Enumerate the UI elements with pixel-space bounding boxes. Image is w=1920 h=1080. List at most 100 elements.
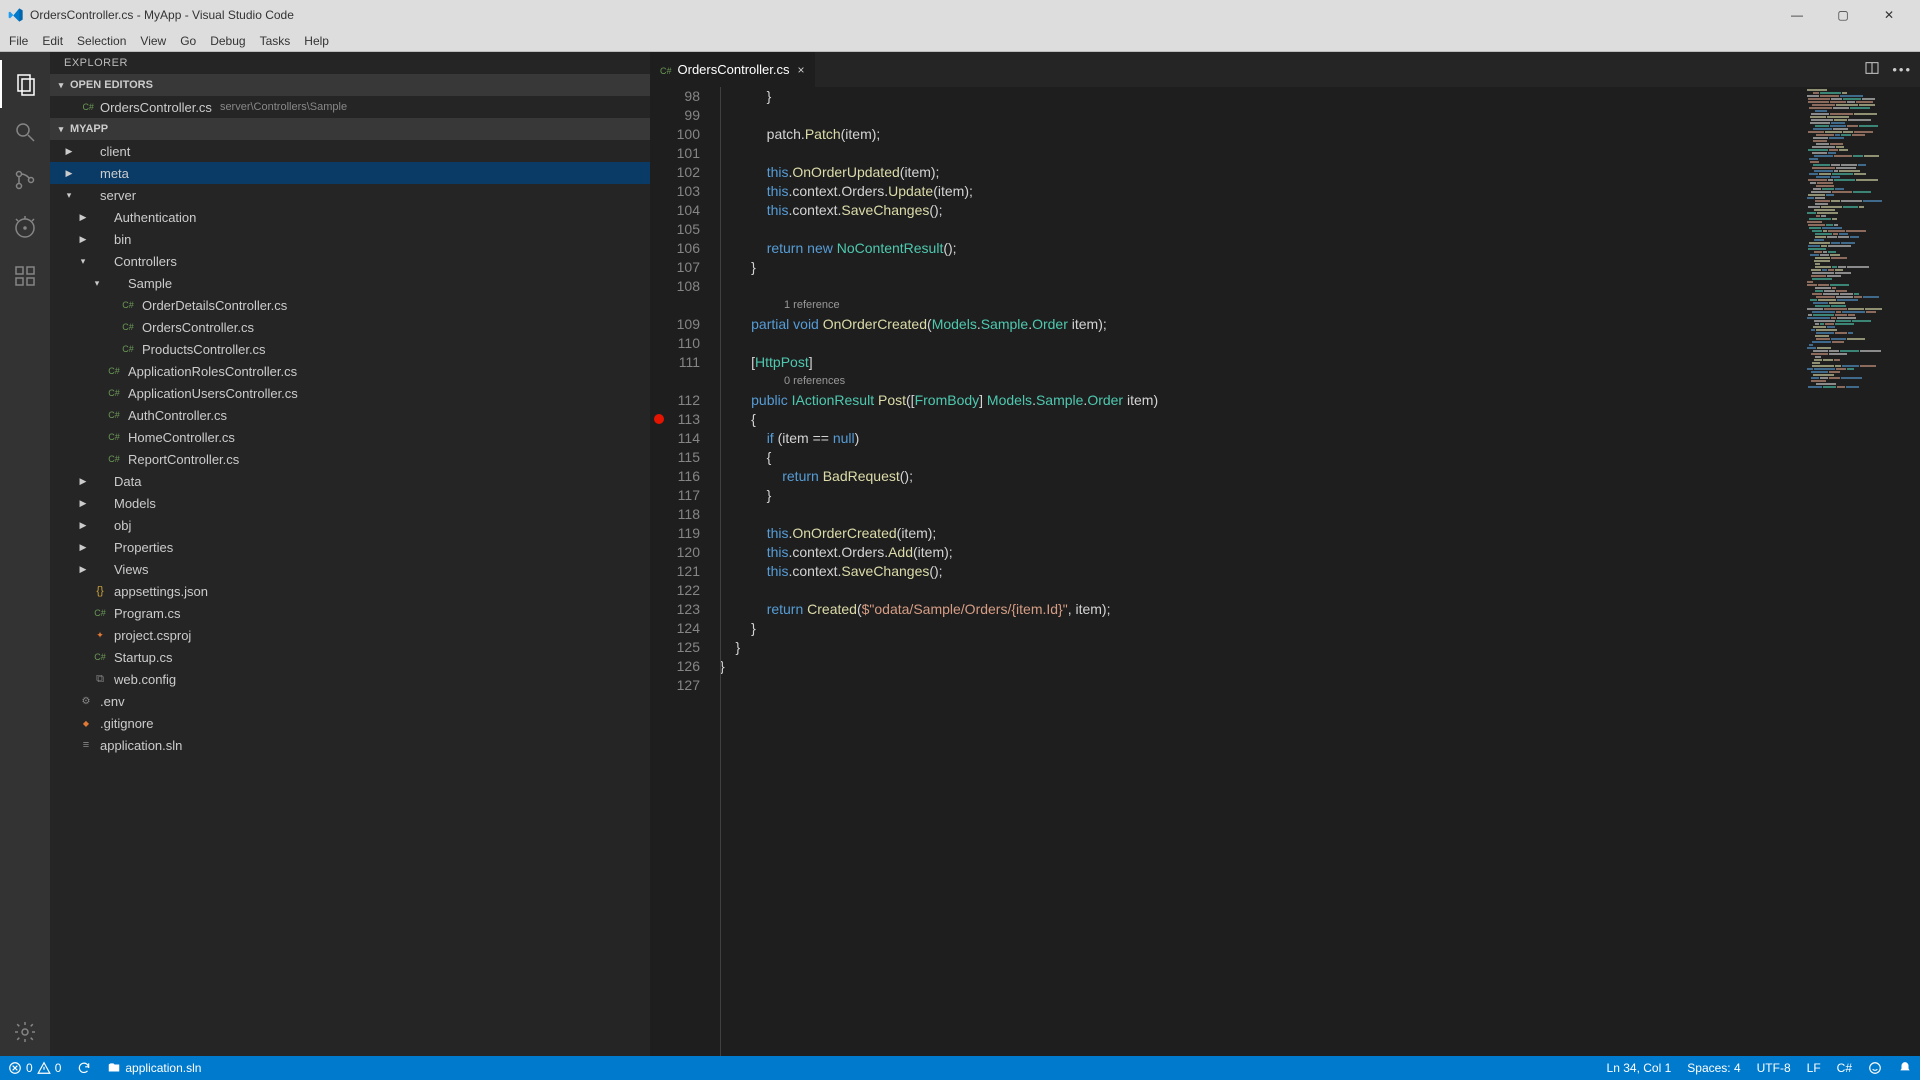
tree-item[interactable]: ApplicationRolesController.cs	[50, 360, 650, 382]
code-line[interactable]	[720, 505, 1800, 524]
code-line[interactable]: }	[720, 486, 1800, 505]
code-line[interactable]: }	[720, 657, 1800, 676]
menu-file[interactable]: File	[2, 30, 35, 52]
status-feedback-icon[interactable]	[1860, 1061, 1890, 1075]
tree-item[interactable]: ▶Data	[50, 470, 650, 492]
tree-item[interactable]: ▶Authentication	[50, 206, 650, 228]
code-line[interactable]: return Created($"odata/Sample/Orders/{it…	[720, 600, 1800, 619]
tree-item[interactable]: ▶Models	[50, 492, 650, 514]
open-editors-header[interactable]: ▾ OPEN EDITORS	[50, 74, 650, 96]
window-maximize-button[interactable]: ▢	[1820, 0, 1866, 30]
code-line[interactable]	[720, 220, 1800, 239]
tree-item[interactable]: ▶Views	[50, 558, 650, 580]
status-cursor[interactable]: Ln 34, Col 1	[1599, 1061, 1680, 1075]
code-line[interactable]	[720, 106, 1800, 125]
activity-explorer[interactable]	[0, 60, 50, 108]
code-line[interactable]: this.OnOrderUpdated(item);	[720, 163, 1800, 182]
status-encoding[interactable]: UTF-8	[1749, 1061, 1799, 1075]
editor-body[interactable]: 9899100101102103104105106107108109110111…	[650, 87, 1920, 1056]
status-indent[interactable]: Spaces: 4	[1679, 1061, 1748, 1075]
tree-item[interactable]: ▾server	[50, 184, 650, 206]
code-line[interactable]: if (item == null)	[720, 429, 1800, 448]
status-sync[interactable]	[69, 1061, 99, 1075]
tree-item[interactable]: ▶obj	[50, 514, 650, 536]
tree-item[interactable]: HomeController.cs	[50, 426, 650, 448]
menu-debug[interactable]: Debug	[203, 30, 252, 52]
tree-item[interactable]: ApplicationUsersController.cs	[50, 382, 650, 404]
project-header[interactable]: ▾ MYAPP	[50, 118, 650, 140]
status-eol[interactable]: LF	[1799, 1061, 1829, 1075]
code-line[interactable]: this.context.SaveChanges();	[720, 201, 1800, 220]
menu-tasks[interactable]: Tasks	[253, 30, 298, 52]
tree-item[interactable]: AuthController.cs	[50, 404, 650, 426]
status-lang-value: C#	[1837, 1061, 1852, 1075]
codelens[interactable]: 0 references	[720, 372, 1800, 391]
tree-item[interactable]: ▶meta	[50, 162, 650, 184]
window-close-button[interactable]: ✕	[1866, 0, 1912, 30]
split-editor-icon[interactable]	[1864, 60, 1880, 79]
activity-search[interactable]	[0, 108, 50, 156]
more-actions-icon[interactable]: •••	[1892, 62, 1912, 77]
code-line[interactable]: {	[720, 448, 1800, 467]
window-minimize-button[interactable]: —	[1774, 0, 1820, 30]
json-icon	[92, 583, 108, 599]
tree-item[interactable]: ProductsController.cs	[50, 338, 650, 360]
code-line[interactable]: }	[720, 258, 1800, 277]
tree-item[interactable]: Program.cs	[50, 602, 650, 624]
code-line[interactable]: public IActionResult Post([FromBody] Mod…	[720, 391, 1800, 410]
menu-go[interactable]: Go	[173, 30, 203, 52]
code-line[interactable]: [HttpPost]	[720, 353, 1800, 372]
tree-item[interactable]: .env	[50, 690, 650, 712]
codelens[interactable]: 1 reference	[720, 296, 1800, 315]
tree-item[interactable]: ▾Sample	[50, 272, 650, 294]
tree-item[interactable]: .gitignore	[50, 712, 650, 734]
code-line[interactable]	[720, 676, 1800, 695]
code-line[interactable]: }	[720, 87, 1800, 106]
minimap[interactable]	[1800, 87, 1920, 1056]
code-line[interactable]: }	[720, 619, 1800, 638]
status-notifications-icon[interactable]	[1890, 1061, 1920, 1075]
status-solution[interactable]: application.sln	[99, 1061, 209, 1075]
tree-item[interactable]: ▶bin	[50, 228, 650, 250]
activity-extensions[interactable]	[0, 252, 50, 300]
tree-item-label: application.sln	[100, 738, 182, 753]
menu-selection[interactable]: Selection	[70, 30, 133, 52]
breakpoint-icon[interactable]	[654, 414, 664, 424]
menu-help[interactable]: Help	[297, 30, 336, 52]
tree-item[interactable]: ▶client	[50, 140, 650, 162]
code-line[interactable]: patch.Patch(item);	[720, 125, 1800, 144]
tree-item[interactable]: appsettings.json	[50, 580, 650, 602]
code-line[interactable]: this.context.SaveChanges();	[720, 562, 1800, 581]
code-line[interactable]: {	[720, 410, 1800, 429]
tab-close-icon[interactable]: ×	[798, 63, 805, 77]
code-line[interactable]: this.context.Orders.Add(item);	[720, 543, 1800, 562]
tree-item[interactable]: web.config	[50, 668, 650, 690]
tree-item[interactable]: Startup.cs	[50, 646, 650, 668]
code-line[interactable]	[720, 277, 1800, 296]
menu-view[interactable]: View	[133, 30, 173, 52]
tree-item[interactable]: ▾Controllers	[50, 250, 650, 272]
code-line[interactable]	[720, 144, 1800, 163]
code-line[interactable]	[720, 581, 1800, 600]
code-line[interactable]: this.context.Orders.Update(item);	[720, 182, 1800, 201]
status-errors[interactable]: 0 0	[0, 1061, 69, 1075]
code-line[interactable]: return new NoContentResult();	[720, 239, 1800, 258]
tree-item[interactable]: ▶Properties	[50, 536, 650, 558]
activity-source-control[interactable]	[0, 156, 50, 204]
code-line[interactable]: partial void OnOrderCreated(Models.Sampl…	[720, 315, 1800, 334]
menu-edit[interactable]: Edit	[35, 30, 70, 52]
code-line[interactable]	[720, 334, 1800, 353]
tree-item[interactable]: OrderDetailsController.cs	[50, 294, 650, 316]
activity-settings[interactable]	[0, 1008, 50, 1056]
tree-item[interactable]: OrdersController.cs	[50, 316, 650, 338]
status-language[interactable]: C#	[1829, 1061, 1860, 1075]
tree-item[interactable]: project.csproj	[50, 624, 650, 646]
tree-item[interactable]: ReportController.cs	[50, 448, 650, 470]
open-editor-item[interactable]: ×OrdersController.csserver\Controllers\S…	[50, 96, 650, 118]
activity-debug[interactable]	[0, 204, 50, 252]
code-line[interactable]: return BadRequest();	[720, 467, 1800, 486]
code-line[interactable]: this.OnOrderCreated(item);	[720, 524, 1800, 543]
tree-item[interactable]: application.sln	[50, 734, 650, 756]
editor-tab[interactable]: OrdersController.cs×	[650, 52, 816, 87]
code-line[interactable]: }	[720, 638, 1800, 657]
